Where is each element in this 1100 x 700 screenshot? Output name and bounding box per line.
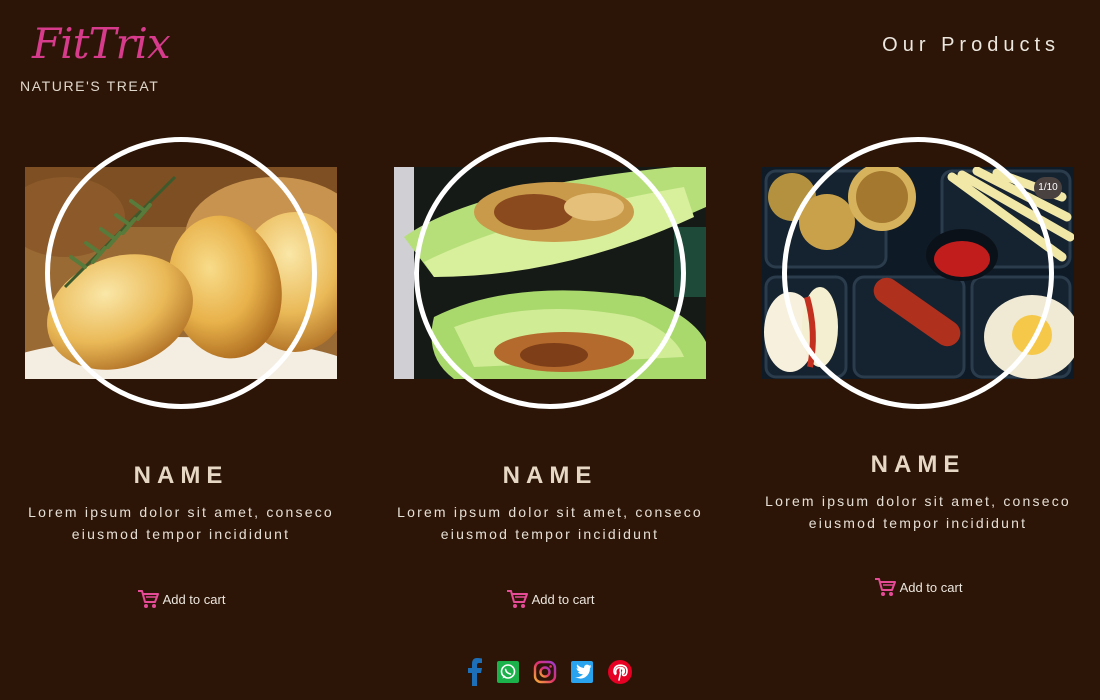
- pinterest-icon: [608, 660, 632, 684]
- product-description: Lorem ipsum dolor sit amet, conseco eius…: [765, 493, 1071, 531]
- brand-logo[interactable]: FitTrix NATURE'S TREAT: [20, 18, 171, 94]
- instagram-link[interactable]: [533, 660, 557, 684]
- nav-our-products[interactable]: Our Products: [882, 34, 1060, 57]
- instagram-icon: [533, 660, 557, 684]
- cart-icon: [874, 578, 896, 596]
- product-name: NAME: [133, 462, 229, 489]
- add-to-cart-label: Add to cart: [162, 592, 226, 607]
- social-links: [0, 658, 1100, 686]
- product-image-frame[interactable]: [45, 137, 317, 409]
- cart-icon: [506, 590, 528, 608]
- pinterest-link[interactable]: [607, 659, 633, 685]
- add-to-cart-button[interactable]: Add to cart: [394, 589, 706, 609]
- product-name: NAME: [870, 451, 966, 478]
- brand-tagline: NATURE'S TREAT: [20, 78, 160, 94]
- image-counter-badge: 1/10: [1034, 177, 1062, 199]
- twitter-link[interactable]: [571, 661, 593, 683]
- add-to-cart-label: Add to cart: [899, 580, 963, 595]
- facebook-icon: [468, 658, 482, 686]
- add-to-cart-label: Add to cart: [531, 592, 595, 607]
- product-description: Lorem ipsum dolor sit amet, conseco eius…: [28, 504, 334, 542]
- add-to-cart-button[interactable]: Add to cart: [762, 577, 1074, 597]
- product-card: NAME Lorem ipsum dolor sit amet, conseco…: [394, 137, 706, 617]
- add-to-cart-button[interactable]: Add to cart: [25, 589, 337, 609]
- product-name: NAME: [502, 462, 598, 489]
- product-card: 1/10 NAME Lorem ipsum dolor sit amet, co…: [762, 137, 1074, 607]
- product-description: Lorem ipsum dolor sit amet, conseco eius…: [397, 504, 703, 542]
- whatsapp-icon: [497, 661, 519, 683]
- product-image-frame[interactable]: [414, 137, 686, 409]
- facebook-link[interactable]: [467, 658, 483, 686]
- cart-icon: [137, 590, 159, 608]
- product-image-frame[interactable]: [782, 137, 1054, 409]
- twitter-icon: [571, 661, 593, 683]
- product-card: NAME Lorem ipsum dolor sit amet, conseco…: [25, 137, 337, 617]
- brand-name: FitTrix: [32, 19, 171, 68]
- whatsapp-link[interactable]: [497, 661, 519, 683]
